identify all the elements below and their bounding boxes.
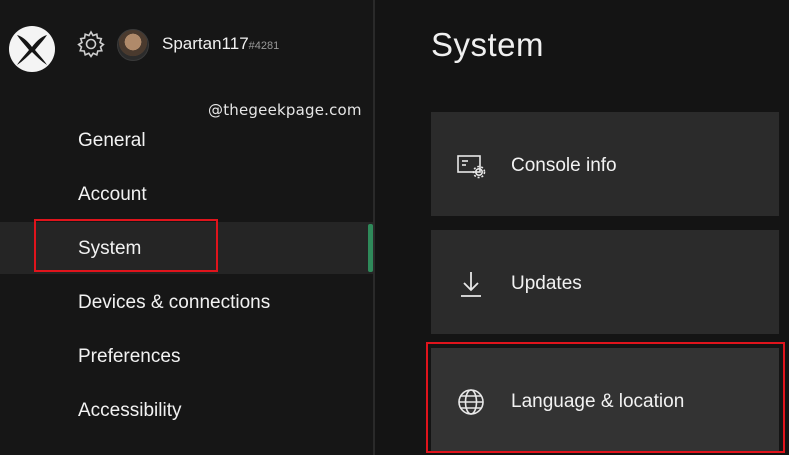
- watermark-text: @thegeekpage.com: [208, 101, 362, 119]
- annotation-box-system: [34, 219, 218, 272]
- sidebar-item-devices-connections[interactable]: Devices & connections: [78, 292, 270, 314]
- tile-console-info[interactable]: Console info: [431, 112, 779, 216]
- sidebar-item-general[interactable]: General: [78, 130, 146, 152]
- gear-icon[interactable]: [76, 29, 106, 59]
- tile-updates-label: Updates: [511, 273, 582, 294]
- tile-updates[interactable]: Updates: [431, 230, 779, 334]
- gamertag-name: Spartan117: [162, 34, 249, 53]
- annotation-box-language-location: [426, 342, 785, 453]
- download-icon: [461, 272, 481, 297]
- gamertag-suffix: #4281: [248, 40, 280, 52]
- sidebar-divider: [373, 0, 375, 455]
- sidebar-item-preferences[interactable]: Preferences: [78, 346, 180, 368]
- gamertag[interactable]: Spartan117#4281: [162, 34, 279, 54]
- xbox-logo-icon[interactable]: [8, 25, 56, 73]
- sidebar-item-accessibility[interactable]: Accessibility: [78, 400, 181, 422]
- avatar[interactable]: [117, 29, 149, 61]
- console-info-icon: [457, 155, 486, 179]
- tile-console-info-label: Console info: [511, 155, 617, 176]
- sidebar-item-account[interactable]: Account: [78, 184, 147, 206]
- page-title: System: [431, 26, 545, 63]
- xbox-settings-screen: Spartan117#4281 @thegeekpage.com General…: [0, 0, 789, 455]
- focus-indicator: [368, 224, 373, 272]
